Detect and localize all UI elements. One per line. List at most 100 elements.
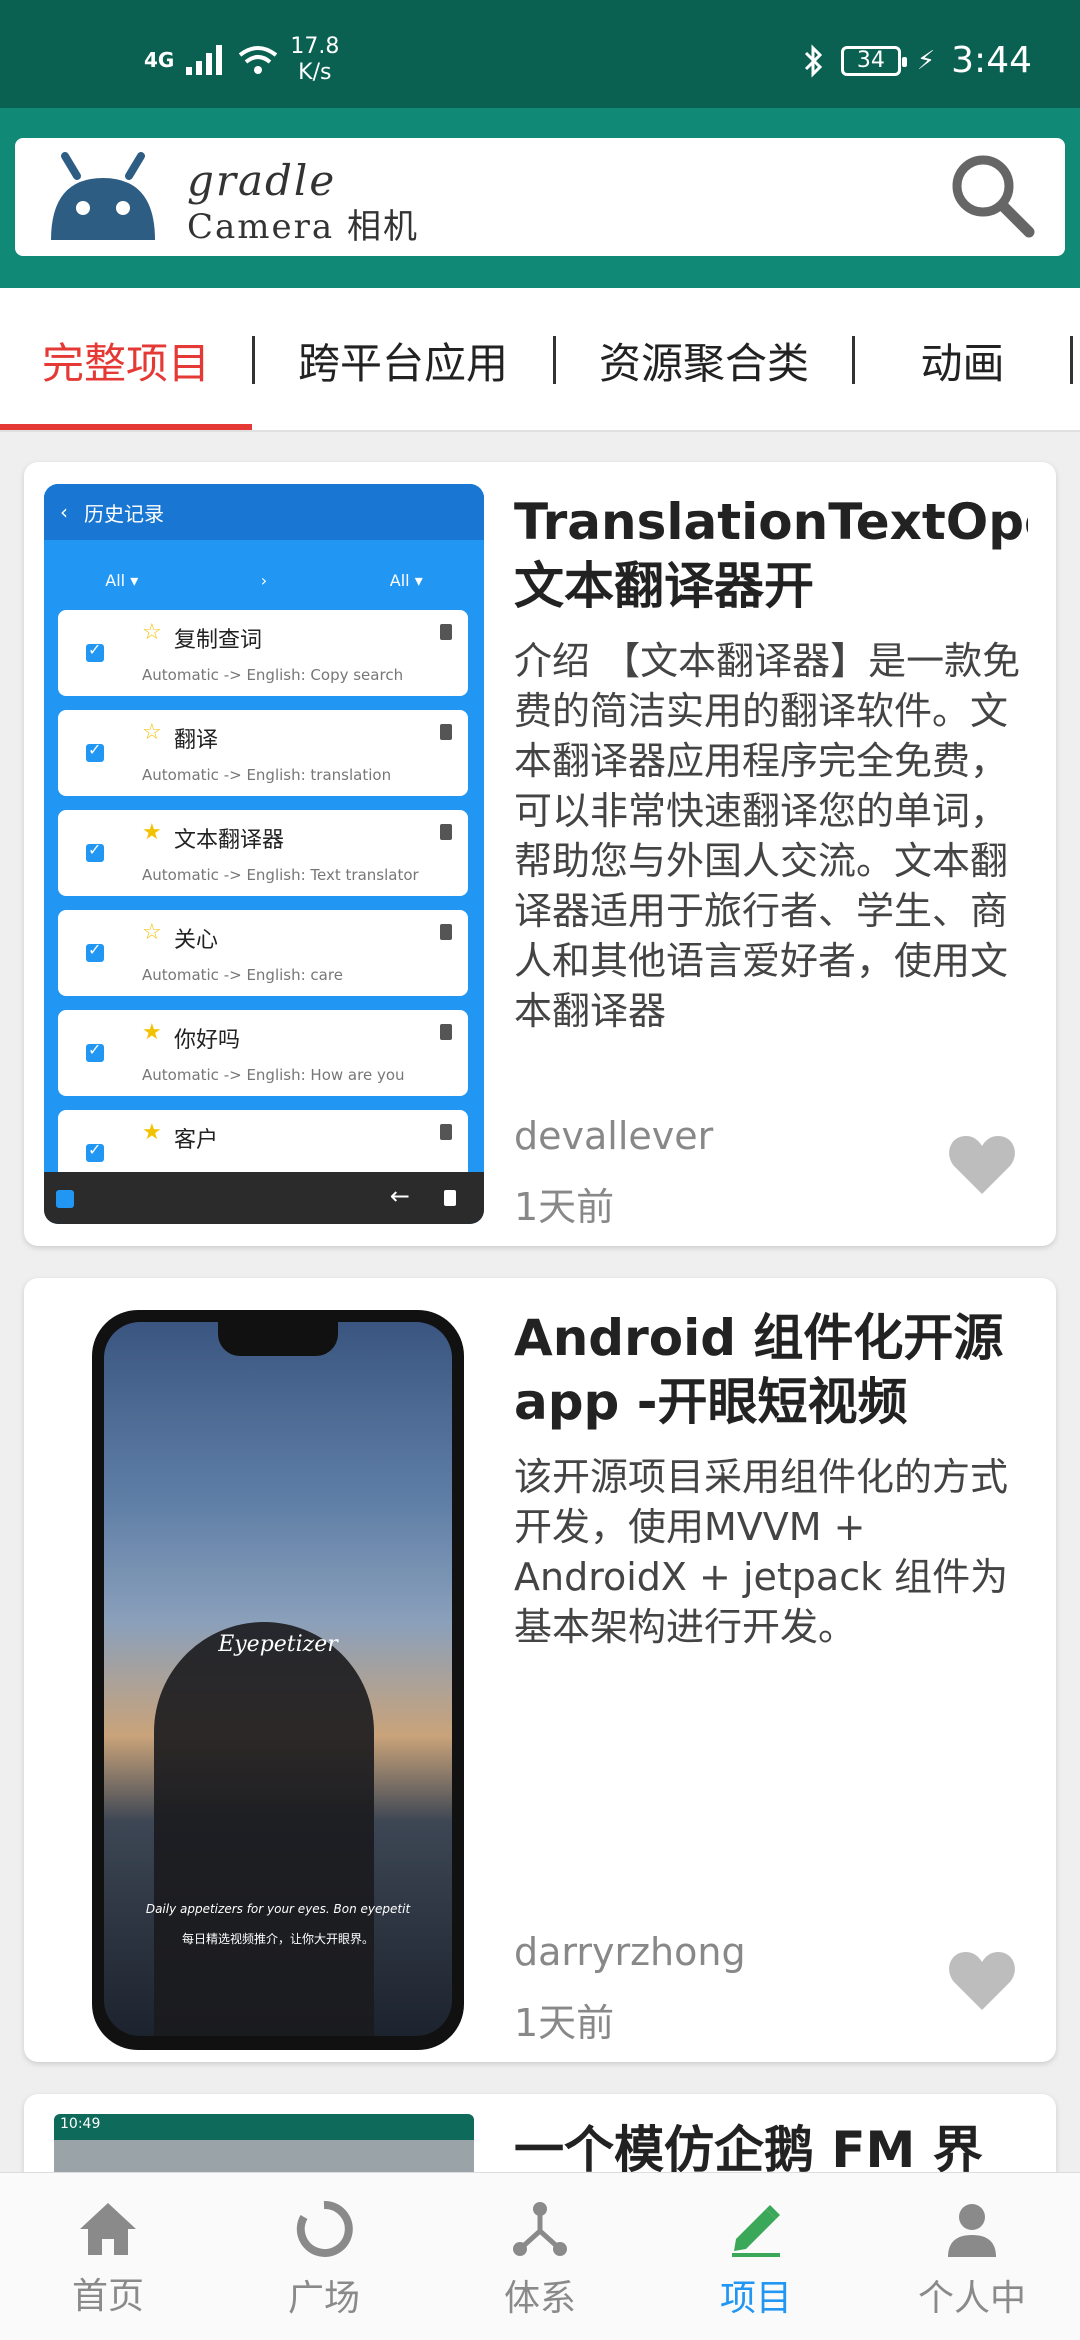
checkbox-icon bbox=[86, 740, 104, 762]
nav-profile[interactable]: 个人中 bbox=[864, 2173, 1080, 2340]
speed-unit: K/s bbox=[298, 60, 332, 85]
nav-square[interactable]: 广场 bbox=[216, 2173, 432, 2340]
history-word: 客户 bbox=[174, 1128, 219, 1153]
checkbox-icon bbox=[86, 840, 104, 862]
heart-icon[interactable] bbox=[948, 1134, 1016, 1196]
filter-right: All ▾ bbox=[389, 570, 423, 590]
status-right: 34 ⚡ 3:44 bbox=[803, 40, 1032, 81]
delete-icon bbox=[440, 1124, 452, 1140]
category-tabs: 完整项目 跨平台应用 资源聚合类 动画 bbox=[0, 288, 1080, 432]
card-text: Android 组件化开源app -开眼短视频 该开源项目采用组件化的方式开发，… bbox=[514, 1306, 1028, 1652]
star-outline-icon: ☆ bbox=[142, 920, 162, 945]
project-icon bbox=[732, 2204, 780, 2257]
android-icon bbox=[51, 152, 155, 240]
arrow-left-icon: ← bbox=[389, 1182, 410, 1210]
filter-mid: › bbox=[260, 570, 268, 590]
star-filled-icon: ★ bbox=[142, 1020, 162, 1045]
status-bar: 4G 17.8 K/s 34 ⚡ 3:44 bbox=[0, 0, 1080, 108]
tab-divider bbox=[1070, 336, 1073, 384]
system-icon bbox=[513, 2201, 567, 2256]
app-header: gradle Camera 相机 bbox=[0, 108, 1080, 288]
wifi-icon bbox=[239, 46, 278, 74]
history-translation: Automatic -> English: Text translator bbox=[142, 866, 419, 884]
history-translation: Automatic -> English: translation bbox=[142, 766, 392, 784]
nav-home[interactable]: 首页 bbox=[0, 2173, 216, 2340]
history-word: 你好吗 bbox=[174, 1028, 241, 1053]
star-filled-icon: ★ bbox=[142, 820, 162, 845]
history-word: 文本翻译器 bbox=[174, 828, 285, 853]
delete-icon bbox=[440, 1024, 452, 1040]
person-icon bbox=[948, 2203, 996, 2257]
history-item: ☆ 关心 Automatic -> English: care bbox=[58, 910, 468, 996]
person-silhouette bbox=[154, 1622, 374, 2036]
screenshot-toolbar: ‹ 历史记录 bbox=[44, 484, 484, 540]
status-left: 4G 17.8 K/s bbox=[144, 34, 339, 86]
delete-icon bbox=[440, 724, 452, 740]
checkbox-icon bbox=[86, 940, 104, 962]
delete-icon bbox=[440, 624, 452, 640]
delete-icon bbox=[444, 1190, 456, 1206]
history-word: 翻译 bbox=[174, 728, 219, 753]
history-word: 关心 bbox=[174, 928, 219, 953]
bluetooth-icon bbox=[804, 43, 823, 78]
tab-animation[interactable]: 动画 bbox=[855, 288, 1070, 432]
card-time: 1天前 bbox=[514, 2001, 615, 2045]
tab-active-indicator bbox=[0, 424, 252, 430]
tagline-en: Daily appetizers for your eyes. Bon eyep… bbox=[145, 1902, 411, 1916]
star-outline-icon: ☆ bbox=[142, 720, 162, 745]
star-outline-icon: ☆ bbox=[142, 620, 162, 645]
network-speed: 17.8 K/s bbox=[290, 34, 339, 86]
nav-label: 项目 bbox=[719, 2277, 792, 2319]
search-icon[interactable] bbox=[945, 148, 1041, 244]
card-text: TranslationTextOpenSource-文本翻译器开 介绍 【文本翻… bbox=[514, 490, 1028, 1036]
search-bar[interactable]: gradle Camera 相机 bbox=[15, 138, 1065, 256]
checkbox-icon bbox=[86, 640, 104, 662]
nav-label: 广场 bbox=[287, 2277, 360, 2319]
screenshot-filter: All ▾ › All ▾ bbox=[44, 560, 484, 600]
checkbox-icon bbox=[86, 1040, 104, 1062]
tab-complete-project[interactable]: 完整项目 bbox=[0, 288, 252, 432]
card-title: Android 组件化开源app -开眼短视频 bbox=[514, 1309, 1004, 1431]
brand-logo: gradle Camera 相机 bbox=[187, 156, 419, 248]
card-title: TranslationTextOpenSource-文本翻译器开 bbox=[514, 493, 1028, 615]
nav-project[interactable]: 项目 bbox=[648, 2173, 864, 2340]
back-icon: ‹ bbox=[60, 500, 68, 524]
square-icon bbox=[296, 2200, 353, 2257]
history-item: ★ 你好吗 Automatic -> English: How are you bbox=[58, 1010, 468, 1096]
nav-system[interactable]: 体系 bbox=[432, 2173, 648, 2340]
project-card[interactable]: ‹ 历史记录 All ▾ › All ▾ ☆ 复制查词 Automatic ->… bbox=[24, 462, 1056, 1246]
card-description: 介绍 【文本翻译器】是一款免费的简洁实用的翻译软件。文本翻译器应用程序完全免费，… bbox=[514, 639, 1021, 1033]
star-filled-icon: ★ bbox=[142, 1120, 162, 1145]
checkbox-icon bbox=[86, 1140, 104, 1162]
delete-icon bbox=[440, 824, 452, 840]
screenshot-title: 历史记录 bbox=[84, 501, 164, 526]
tab-cross-platform[interactable]: 跨平台应用 bbox=[255, 288, 551, 432]
brand-bottom: Camera 相机 bbox=[187, 207, 419, 247]
tab-resource-aggregation[interactable]: 资源聚合类 bbox=[556, 288, 852, 432]
card-author[interactable]: darryrzhong bbox=[514, 1930, 746, 1974]
battery-icon: 34 bbox=[840, 45, 907, 76]
card-time: 1天前 bbox=[514, 1185, 615, 1229]
card-description: 该开源项目采用组件化的方式开发，使用MVVM + AndroidX + jetp… bbox=[514, 1455, 1009, 1649]
brand-top: gradle bbox=[187, 156, 337, 205]
history-word: 复制查词 bbox=[174, 628, 263, 653]
history-item: ☆ 复制查词 Automatic -> English: Copy search bbox=[58, 610, 468, 696]
bottom-navigation: 首页 广场 体系 项目 个人中 bbox=[0, 2172, 1080, 2340]
card-author[interactable]: devallever bbox=[514, 1114, 713, 1158]
project-card[interactable]: Eyepetizer Daily appetizers for your eye… bbox=[24, 1278, 1056, 2062]
project-screenshot: Eyepetizer Daily appetizers for your eye… bbox=[92, 1310, 464, 2050]
network-type: 4G bbox=[144, 48, 175, 72]
history-item: ☆ 翻译 Automatic -> English: translation bbox=[58, 710, 468, 796]
phone-notch bbox=[218, 1322, 338, 1356]
history-translation: Automatic -> English: How are you bbox=[142, 1066, 405, 1084]
screenshot-bottom-bar: ← bbox=[44, 1172, 484, 1224]
charging-icon: ⚡ bbox=[916, 45, 936, 76]
heart-icon[interactable] bbox=[948, 1950, 1016, 2012]
nav-label: 个人中 bbox=[917, 2277, 1026, 2319]
eyepetizer-logo: Eyepetizer bbox=[218, 1632, 338, 1657]
history-item: ★ 文本翻译器 Automatic -> English: Text trans… bbox=[58, 810, 468, 896]
nav-label: 首页 bbox=[71, 2275, 144, 2317]
signal-icon bbox=[186, 45, 223, 75]
tagline-zh: 每日精选视频推介，让你大开眼界。 bbox=[181, 1932, 374, 1946]
delete-icon bbox=[440, 924, 452, 940]
